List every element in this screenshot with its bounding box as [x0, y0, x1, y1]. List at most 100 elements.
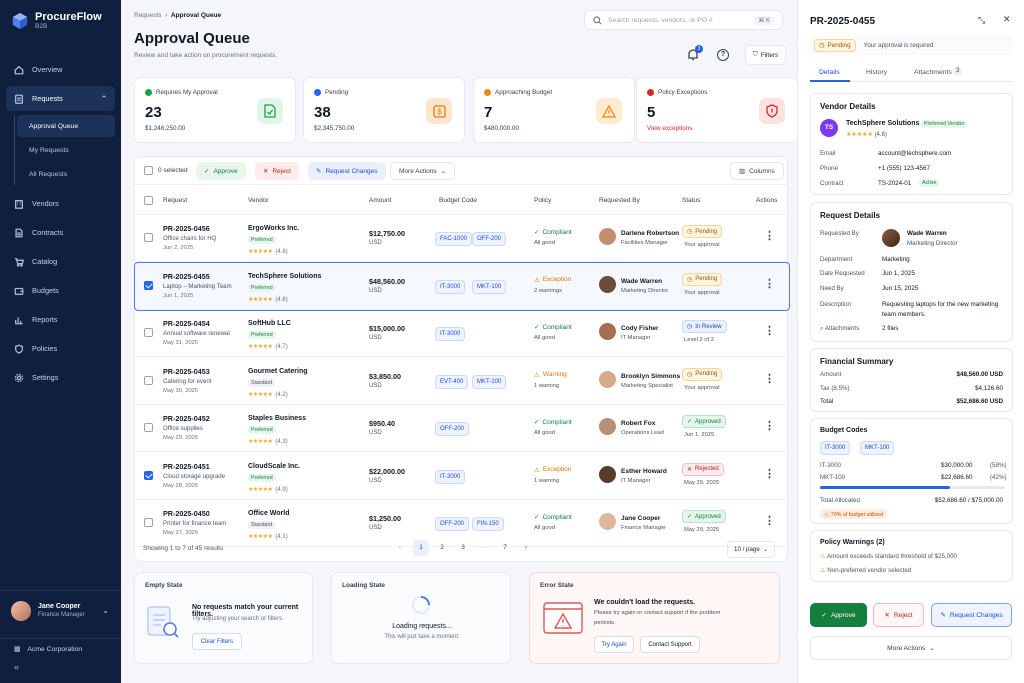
filters-button[interactable]: ⛉ Filters — [745, 45, 786, 65]
request-id[interactable]: PR-2025-0450 — [163, 509, 210, 518]
kebab-menu-icon[interactable]: ⋮ — [764, 229, 775, 242]
budget-code-chip[interactable]: EVT-400 — [435, 374, 469, 389]
nav-budgets[interactable]: Budgets — [6, 278, 115, 303]
clear-filters-button[interactable]: Clear Filters — [192, 633, 242, 650]
stat-card-approaching-budget[interactable]: Approaching Budget 7 $480,000.00 — [473, 77, 635, 143]
page-2[interactable]: 2 — [434, 540, 450, 556]
vendor-name[interactable]: Gourmet Catering — [248, 368, 308, 375]
view-exceptions-link[interactable]: View exceptions — [647, 125, 692, 132]
table-row[interactable]: PR-2025-0456 Office chairs for HQ Jun 2, 2… — [135, 215, 789, 262]
table-row[interactable]: PR-2025-0455 Laptop – Marketing Team Jun 1… — [134, 261, 790, 311]
budget-code-chip[interactable]: FIN-150 — [472, 517, 504, 531]
nav-policies[interactable]: Policies — [6, 336, 115, 361]
col-status[interactable]: Status — [682, 197, 700, 204]
row-checkbox[interactable] — [144, 375, 153, 385]
budget-code-chip[interactable]: OFF-200 — [435, 422, 470, 436]
kebab-menu-icon[interactable]: ⋮ — [764, 419, 775, 432]
reject-button[interactable]: ✕ Reject — [873, 603, 924, 627]
vendor-name[interactable]: TechSphere Solutions — [248, 273, 321, 280]
page-1[interactable]: 1 — [413, 540, 429, 556]
nav-contracts[interactable]: Contracts — [6, 220, 115, 245]
search-input[interactable]: Search requests, vendors, or PO # ⌘ K — [584, 10, 783, 30]
columns-button[interactable]: ▥ Columns — [730, 162, 784, 180]
vendor-name[interactable]: SoftHub LLC — [248, 320, 291, 327]
table-row[interactable]: PR-2025-0451 Cloud storage upgrade May 28,… — [135, 453, 789, 500]
try-again-button[interactable]: Try Again — [594, 636, 634, 653]
request-id[interactable]: PR-2025-0452 — [163, 414, 210, 423]
row-checkbox[interactable] — [144, 470, 153, 480]
bulk-reject-button[interactable]: ✕ Reject — [255, 162, 299, 180]
page-7[interactable]: 7 — [497, 540, 513, 556]
tab-details[interactable]: Details — [819, 69, 840, 76]
header-checkbox[interactable] — [144, 196, 153, 205]
budget-code-chip[interactable]: MKT-100 — [472, 374, 507, 389]
budget-code-chip[interactable]: IT-3000 — [435, 327, 466, 341]
request-id[interactable]: PR-2025-0456 — [163, 224, 210, 233]
row-checkbox[interactable] — [144, 280, 153, 290]
request-id[interactable]: PR-2025-0453 — [163, 367, 210, 376]
kebab-menu-icon[interactable]: ⋮ — [764, 324, 775, 337]
vendor-name[interactable]: CloudScale Inc. — [248, 463, 300, 470]
vendor-name[interactable]: Staples Business — [248, 415, 306, 422]
stat-card-requires-approval[interactable]: Requires My Approval 23 $1,246,250.00 — [134, 77, 296, 143]
budget-code-chip[interactable]: OFF-200 — [435, 517, 470, 531]
nav-vendors[interactable]: Vendors — [6, 191, 115, 216]
bulk-approve-button[interactable]: ✓ Approve — [196, 162, 246, 180]
bulk-request-changes-button[interactable]: ✎ Request Changes — [308, 162, 386, 180]
col-budget-code[interactable]: Budget Code — [439, 197, 477, 204]
kebab-menu-icon[interactable]: ⋮ — [764, 514, 775, 527]
row-checkbox[interactable] — [144, 423, 153, 432]
approve-button[interactable]: ✓ Approve — [810, 603, 867, 627]
subnav-all-requests[interactable]: All Requests — [17, 163, 115, 185]
stat-card-policy-exceptions[interactable]: Policy Exceptions 5 View exceptions — [636, 77, 798, 143]
collapse-icon[interactable]: ⤡ — [978, 15, 985, 26]
nav-overview[interactable]: Overview — [6, 57, 115, 82]
more-actions-dropdown[interactable]: More Actions ⌄ — [390, 162, 456, 180]
nav-requests[interactable]: Requests ⌃ — [6, 86, 115, 111]
contact-support-button[interactable]: Contact Support — [640, 636, 700, 653]
col-request[interactable]: Request — [163, 197, 187, 204]
nav-settings[interactable]: Settings — [6, 365, 115, 390]
vendor-name[interactable]: Office World — [248, 510, 289, 517]
vendor-name[interactable]: ErgoWorks Inc. — [248, 225, 299, 232]
request-id[interactable]: PR-2025-0455 — [163, 272, 210, 281]
col-vendor[interactable]: Vendor — [248, 197, 269, 204]
subnav-approval-queue[interactable]: Approval Queue — [17, 115, 115, 137]
nav-reports[interactable]: Reports — [6, 307, 115, 332]
budget-code-chip[interactable]: OFF-200 — [472, 232, 507, 246]
col-amount[interactable]: Amount — [369, 197, 391, 204]
request-id[interactable]: PR-2025-0451 — [163, 462, 210, 471]
close-icon[interactable]: ✕ — [1003, 14, 1011, 25]
org-switcher[interactable]: ▦ Acme Corporation — [0, 638, 121, 653]
budget-code-chip[interactable]: MKT-100 — [860, 441, 895, 455]
budget-code-chip[interactable]: FAC-1000 — [435, 232, 473, 246]
subnav-my-requests[interactable]: My Requests — [17, 139, 115, 161]
per-page-select[interactable]: 10 / page ⌄ — [727, 541, 775, 558]
kebab-menu-icon[interactable]: ⋮ — [764, 372, 775, 385]
next-page-icon[interactable]: › — [518, 540, 534, 556]
stat-card-pending[interactable]: Pending 38 $2,345,750.00 $ — [303, 77, 465, 143]
collapse-sidebar-icon[interactable]: « — [14, 662, 19, 672]
request-id[interactable]: PR-2025-0454 — [163, 319, 210, 328]
budget-code-chip[interactable]: IT-3000 — [435, 279, 466, 294]
budget-code-chip[interactable]: IT-3000 — [820, 441, 851, 455]
col-requested-by[interactable]: Requested By — [599, 197, 640, 204]
panel-more-actions-button[interactable]: More Actions ⌄ — [810, 636, 1012, 660]
table-row[interactable]: PR-2025-0452 Office supplies May 29, 2025 S… — [135, 405, 789, 452]
vendor-contract[interactable]: TS-2024-01 — [878, 180, 911, 187]
nav-catalog[interactable]: Catalog — [6, 249, 115, 274]
col-policy[interactable]: Policy — [534, 197, 551, 204]
attachments-value[interactable]: 2 files — [882, 325, 898, 332]
kebab-menu-icon[interactable]: ⋮ — [764, 467, 775, 480]
kebab-menu-icon[interactable]: ⋮ — [764, 277, 775, 290]
page-3[interactable]: 3 — [455, 540, 471, 556]
help-icon[interactable]: ? — [717, 49, 729, 61]
tab-attachments[interactable]: Attachments — [914, 69, 952, 76]
budget-code-chip[interactable]: MKT-100 — [472, 279, 507, 294]
vendor-email[interactable]: account@techsphere.com — [878, 150, 951, 157]
prev-page-icon[interactable]: ‹ — [392, 540, 408, 556]
select-all-checkbox[interactable] — [144, 166, 153, 175]
row-checkbox[interactable] — [144, 233, 153, 242]
row-checkbox[interactable] — [144, 328, 153, 337]
row-checkbox[interactable] — [144, 518, 153, 527]
